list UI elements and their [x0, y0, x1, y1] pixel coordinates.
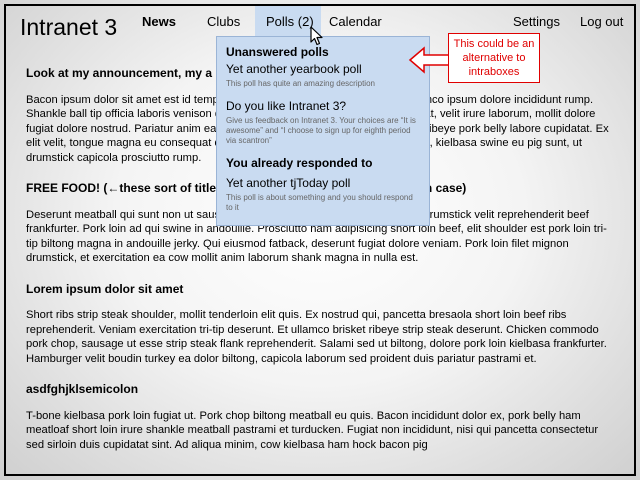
poll-item[interactable]: Do you like Intranet 3? [226, 99, 420, 113]
article: Lorem ipsum dolor sit amet Short ribs st… [26, 282, 610, 367]
responded-polls-heading: You already responded to [226, 156, 373, 170]
nav-settings[interactable]: Settings [513, 14, 560, 29]
article-body: Short ribs strip steak shoulder, mollit … [26, 309, 607, 365]
unanswered-polls-heading: Unanswered polls [226, 45, 329, 59]
mouse-cursor-icon [310, 26, 323, 46]
poll-item[interactable]: Yet another yearbook poll [226, 62, 420, 76]
poll-description: This poll has quite an amazing descripti… [226, 79, 375, 88]
nav-news[interactable]: News [142, 14, 176, 29]
poll-description: Give us feedback on Intranet 3. Your cho… [226, 116, 416, 145]
nav-clubs[interactable]: Clubs [207, 14, 240, 29]
article-body: T-bone kielbasa pork loin fugiat ut. Por… [26, 409, 599, 451]
nav-logout[interactable]: Log out [580, 14, 623, 29]
nav-calendar[interactable]: Calendar [329, 14, 382, 29]
article-title[interactable]: Lorem ipsum dolor sit amet [26, 282, 610, 297]
article: asdfghjklsemicolon T-bone kielbasa pork … [26, 382, 610, 452]
callout-arrow-icon [408, 46, 450, 74]
poll-description: This poll is about something and you sho… [226, 193, 413, 212]
app-logo[interactable]: Intranet 3 [20, 14, 117, 41]
article-title[interactable]: asdfghjklsemicolon [26, 382, 610, 397]
polls-dropdown: Unanswered polls Yet another yearbook po… [216, 36, 430, 226]
poll-item[interactable]: Yet another tjToday poll [226, 176, 420, 190]
annotation-callout: This could be an alternative to intrabox… [448, 33, 540, 83]
